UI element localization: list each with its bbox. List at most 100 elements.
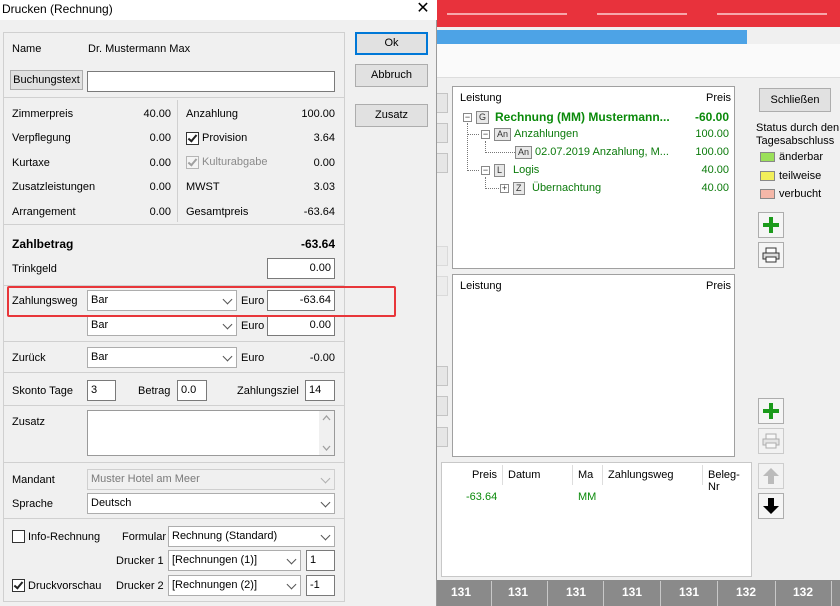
sprache-select[interactable]: Deutsch xyxy=(87,493,335,514)
kulturabgabe-checkbox[interactable] xyxy=(186,156,199,169)
euro-input-2[interactable]: 0.00 xyxy=(267,315,335,336)
status-label: teilweise xyxy=(779,170,822,182)
zurueck-select[interactable]: Bar xyxy=(87,347,237,368)
tree-item-anzahlung-detail[interactable]: 02.07.2019 Anzahlung, M... xyxy=(535,146,669,158)
leistung-tree-panel: Leistung Preis − G Rechnung (MM) Musterm… xyxy=(452,86,735,269)
tag-icon: Z xyxy=(513,182,525,195)
zahlungsweg-select-2-value: Bar xyxy=(91,319,109,331)
print-invoice-dialog: Drucken (Rechnung) ✕ Ok Abbruch Zusatz N… xyxy=(0,0,437,606)
abbruch-button[interactable]: Abbruch xyxy=(355,64,428,87)
print-button[interactable] xyxy=(758,242,784,268)
zurueck-label: Zurück xyxy=(12,352,46,364)
anzahlung-label: Anzahlung xyxy=(186,108,238,120)
zusatz-textarea[interactable] xyxy=(87,410,335,456)
tag-icon: L xyxy=(494,164,506,177)
tree-item-anzahlungen[interactable]: Anzahlungen xyxy=(514,128,578,140)
arrow-down-icon xyxy=(763,498,779,514)
payment-preis: -63.64 xyxy=(466,491,498,503)
col-preis-header: Preis xyxy=(706,280,732,292)
printer-icon xyxy=(762,433,780,449)
zusatz-label: Zusatz xyxy=(12,416,46,428)
zurueck-select-value: Bar xyxy=(91,351,109,363)
euro-label: Euro xyxy=(241,320,265,332)
zahlbetrag-label: Zahlbetrag xyxy=(12,237,74,251)
info-rechnung-checkbox[interactable] xyxy=(12,530,25,543)
arrow-up-icon xyxy=(763,468,779,484)
mandant-select-value: Muster Hotel am Meer xyxy=(91,473,200,485)
drucker2-copies-input[interactable]: -1 xyxy=(306,575,335,596)
verpflegung-value: 0.00 xyxy=(149,132,171,144)
tree-item-rechnung[interactable]: Rechnung (MM) Mustermann... xyxy=(495,110,670,124)
buchungstext-input[interactable] xyxy=(87,71,335,92)
zahlungsziel-input[interactable]: 14 xyxy=(305,380,335,401)
zimmerpreis-label: Zimmerpreis xyxy=(12,108,74,120)
expand-icon[interactable]: + xyxy=(500,184,509,193)
col-belegnr-header: Beleg-Nr xyxy=(708,469,740,493)
drucker1-copies-input[interactable]: 1 xyxy=(306,550,335,571)
add-button[interactable] xyxy=(758,212,784,238)
strip-number: 132 xyxy=(736,585,757,599)
move-up-button[interactable] xyxy=(758,463,784,489)
drucker1-select[interactable]: [Rechnungen (1)] xyxy=(168,550,301,571)
scrollbar[interactable] xyxy=(319,411,334,455)
betrag-label: Betrag xyxy=(138,385,171,397)
tree-item-uebernachtung[interactable]: Übernachtung xyxy=(532,182,601,194)
gesamtpreis-value: -63.64 xyxy=(303,206,335,218)
status-swatch-teilweise xyxy=(760,171,775,181)
tree-item-logis[interactable]: Logis xyxy=(513,164,539,176)
mandant-label: Mandant xyxy=(12,474,55,486)
chevron-down-icon xyxy=(320,497,331,508)
group-tag-icon: G xyxy=(476,111,490,124)
chevron-down-icon xyxy=(286,579,297,590)
mandant-select[interactable]: Muster Hotel am Meer xyxy=(87,469,335,490)
zurueck-euro-value: -0.00 xyxy=(309,352,335,364)
zahlungsweg-select-2[interactable]: Bar xyxy=(87,315,237,336)
chevron-down-icon xyxy=(286,554,297,565)
chevron-down-icon xyxy=(222,319,233,330)
col-datum-header: Datum xyxy=(508,469,541,481)
mwst-label: MWST xyxy=(186,181,220,193)
betrag-input[interactable]: 0.0 xyxy=(177,380,207,401)
print-button-2[interactable] xyxy=(758,428,784,454)
schliessen-button[interactable]: Schließen xyxy=(759,88,831,112)
mwst-value: 3.03 xyxy=(313,181,335,193)
zahlungsziel-label: Zahlungsziel xyxy=(237,385,299,397)
move-down-button[interactable] xyxy=(758,493,784,519)
top-blue-bar xyxy=(437,30,747,44)
plus-icon xyxy=(763,217,779,233)
close-icon[interactable]: ✕ xyxy=(412,0,434,20)
strip-number: 131 xyxy=(508,585,529,599)
trinkgeld-input[interactable]: 0.00 xyxy=(267,258,335,279)
ok-button[interactable]: Ok xyxy=(355,32,428,55)
collapse-icon[interactable]: − xyxy=(481,166,490,175)
collapse-icon[interactable]: − xyxy=(463,113,472,122)
tree-price: 40.00 xyxy=(701,182,729,194)
druckvorschau-checkbox[interactable] xyxy=(12,579,25,592)
col-preis-header: Preis xyxy=(706,92,732,104)
zahlbetrag-value: -63.64 xyxy=(300,237,335,251)
strip-number: 132 xyxy=(793,585,814,599)
strip-number: 131 xyxy=(679,585,700,599)
formular-select[interactable]: Rechnung (Standard) xyxy=(168,526,335,547)
strip-number: 131 xyxy=(451,585,472,599)
provision-value: 3.64 xyxy=(313,132,335,144)
buchungstext-button[interactable]: Buchungstext xyxy=(10,70,83,90)
zusatz-button[interactable]: Zusatz xyxy=(355,104,428,127)
collapse-icon[interactable]: − xyxy=(481,130,490,139)
col-leistung-header: Leistung xyxy=(460,280,502,292)
dialog-titlebar: Drucken (Rechnung) ✕ xyxy=(0,0,437,20)
arrangement-value: 0.00 xyxy=(149,206,171,218)
plus-icon xyxy=(763,403,779,419)
drucker2-label: Drucker 2 xyxy=(116,580,164,592)
provision-checkbox[interactable] xyxy=(186,132,199,145)
tree-price: 100.00 xyxy=(695,146,729,158)
skonto-input[interactable]: 3 xyxy=(87,380,116,401)
kulturabgabe-label: Kulturabgabe xyxy=(202,156,268,168)
add-button-2[interactable] xyxy=(758,398,784,424)
kurtaxe-label: Kurtaxe xyxy=(12,157,50,169)
chevron-down-icon xyxy=(320,473,331,484)
tag-icon: An xyxy=(515,146,533,159)
kulturabgabe-value: 0.00 xyxy=(313,157,335,169)
drucker2-select[interactable]: [Rechnungen (2)] xyxy=(168,575,301,596)
verpflegung-label: Verpflegung xyxy=(12,132,71,144)
